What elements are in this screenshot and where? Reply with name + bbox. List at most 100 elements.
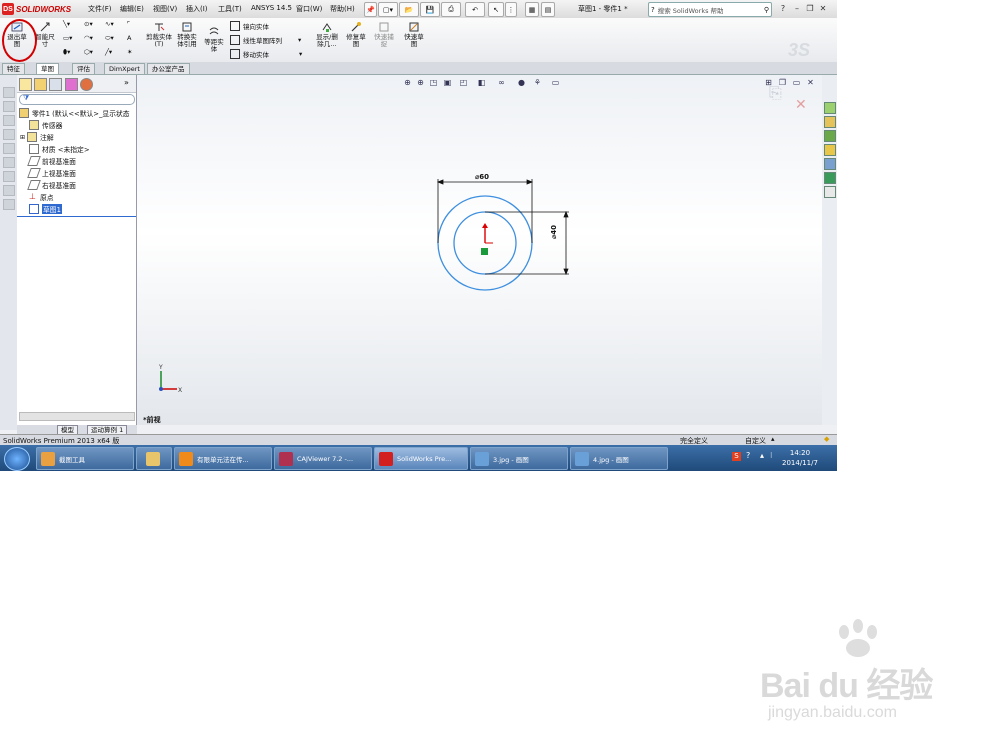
pin-icon[interactable]: 📌 [364,2,377,17]
open-icon[interactable]: 📂 [399,2,419,17]
custom-properties-icon[interactable] [824,186,836,198]
taskbar-document[interactable]: 有限单元法在传... [174,447,272,470]
inner-dimension-label[interactable]: ⌀40 [550,225,558,239]
display-delete-relations-button[interactable]: 显示/删除几… [313,21,341,48]
new-doc-icon[interactable]: ▢▾ [378,2,398,17]
strip-icon[interactable] [3,185,15,196]
spline-tool[interactable]: ∿▾ [105,20,114,28]
menu-edit[interactable]: 编辑(E) [120,4,144,14]
help-search[interactable]: ? 搜索 SolidWorks 帮助 ⚲ [648,2,772,17]
resources-icon[interactable] [824,102,836,114]
strip-icon[interactable] [3,157,15,168]
display-manager-icon[interactable] [80,78,93,91]
fillet-tool[interactable]: ⌜ [127,20,130,28]
trim-entities-button[interactable]: 剪裁实体(T) [146,21,172,48]
minimize-icon[interactable]: – [792,3,802,14]
taskbar-paint-3[interactable]: 3.jpg - 画图 [470,447,568,470]
taskbar-snipping-tool[interactable]: 截图工具 [36,447,134,470]
slot-tool[interactable]: ⬮▾ [63,48,70,57]
strip-icon[interactable] [3,87,15,98]
point-tool[interactable]: ✶ [127,48,132,56]
tree-item-annotations[interactable]: ⊞ 注解 [20,132,54,142]
rectangle-tool[interactable]: ▭▾ [63,34,72,42]
start-button[interactable] [4,447,30,471]
tab-features[interactable]: 特征 [2,63,25,74]
tab-evaluate[interactable]: 评估 [72,63,95,74]
tree-item-right-plane[interactable]: 右视基准面 [27,180,76,190]
traffic-light-icon[interactable]: ⋮ [505,2,517,17]
save-icon[interactable]: 💾 [420,2,440,17]
menu-window[interactable]: 窗口(W) [296,4,322,14]
circle-tool[interactable]: ⊙▾ [84,20,93,28]
expand-icon[interactable]: » [124,78,129,87]
tree-filter-input[interactable]: ⧩ [19,94,135,105]
graphics-area[interactable]: ⊕ ⊕ ◳ ▣ ◰ ◧ ∞ ● ⚘ ▭ ⊞ ❐ ▭ ✕ ⎘ ✕ Y X ⌀60 … [137,75,822,425]
tab-office-products[interactable]: 办公室产品 [147,63,190,74]
strip-icon[interactable] [3,171,15,182]
strip-icon[interactable] [3,115,15,126]
tree-item-top-plane[interactable]: 上视基准面 [27,168,76,178]
undo-icon[interactable]: ↶ [465,2,485,17]
help-question-icon[interactable]: ? [778,3,788,14]
ellipse-tool[interactable]: ⬭▾ [105,34,114,43]
dimxpert-manager-icon[interactable] [65,78,78,91]
expand-plus-icon[interactable]: ⊞ [20,134,25,141]
units-dropdown-icon[interactable]: ▴ [771,435,775,443]
file-explorer-icon[interactable] [824,130,836,142]
show-hidden-icons[interactable]: ▴ [760,451,764,460]
tab-sketch[interactable]: 草图 [36,63,59,74]
menu-help[interactable]: 帮助(H) [330,4,355,14]
taskbar-solidworks[interactable]: SolidWorks Pre... [374,447,468,470]
tree-item-sensors[interactable]: 传感器 [29,120,62,130]
mirror-entities-button[interactable]: 镜向实体 [230,21,269,31]
arc-tool[interactable]: ◠▾ [84,34,93,42]
quick-snaps-button[interactable]: 快速捕捉 [372,21,396,48]
configuration-manager-icon[interactable] [49,78,62,91]
tree-item-sketch1[interactable]: 草图1 [29,204,62,214]
line-tool[interactable]: ╲▾ [63,20,70,28]
folder-icon[interactable] [824,144,836,156]
tab-dimxpert[interactable]: DimXpert [104,63,145,74]
strip-icon[interactable] [3,129,15,140]
menu-ansys[interactable]: ANSYS 14.5 [251,4,292,12]
restore-icon[interactable]: ❐ [805,3,815,14]
convert-entities-button[interactable]: 转换实体引用 [175,21,199,48]
tree-item-material[interactable]: 材质 <未指定> [29,144,90,154]
select-icon[interactable]: ↖ [488,2,504,17]
options-icon[interactable]: ▤ [541,2,555,17]
strip-icon[interactable] [3,101,15,112]
search-icon[interactable]: ⚲ [764,6,769,14]
linear-pattern-button[interactable]: 线性草图阵列 ▾ [230,35,301,45]
menu-view[interactable]: 视图(V) [153,4,177,14]
taskbar-cajviewer[interactable]: CAJViewer 7.2 -... [274,447,372,470]
help-search-input[interactable]: 搜索 SolidWorks 帮助 [658,5,764,15]
text-tool[interactable]: A [127,34,131,42]
rollback-bar[interactable] [17,216,136,217]
appearances-icon[interactable] [824,172,836,184]
view-palette-icon[interactable] [824,158,836,170]
menu-file[interactable]: 文件(F) [88,4,112,14]
help-tray-icon[interactable]: ? [746,451,750,460]
taskbar-explorer[interactable] [136,447,172,470]
rebuild-status-icon[interactable]: ◆ [824,435,829,443]
menu-tools[interactable]: 工具(T) [218,4,242,14]
network-icon[interactable]: ⁝ [770,451,773,460]
strip-icon[interactable] [3,143,15,154]
print-icon[interactable]: ⎙ [441,2,461,17]
tray-app-icon[interactable]: S [732,452,741,461]
rapid-sketch-button[interactable]: 快速草图 [402,21,426,48]
taskbar-paint-4[interactable]: 4.jpg - 画图 [570,447,668,470]
tree-item-origin[interactable]: ⊥ 原点 [29,192,54,202]
feature-tree-icon[interactable] [19,78,32,91]
property-manager-icon[interactable] [34,78,47,91]
tree-item-front-plane[interactable]: 前视基准面 [27,156,76,166]
repair-sketch-button[interactable]: 修复草图 [344,21,368,48]
rebuild-icon[interactable]: ▦ [525,2,539,17]
strip-icon[interactable] [3,199,15,210]
centerline-tool[interactable]: ╱▾ [105,48,112,56]
menu-insert[interactable]: 插入(I) [186,4,208,14]
close-icon[interactable]: ✕ [818,3,828,14]
horizontal-scrollbar[interactable] [19,412,135,421]
outer-dimension-label[interactable]: ⌀60 [475,173,489,181]
design-library-icon[interactable] [824,116,836,128]
